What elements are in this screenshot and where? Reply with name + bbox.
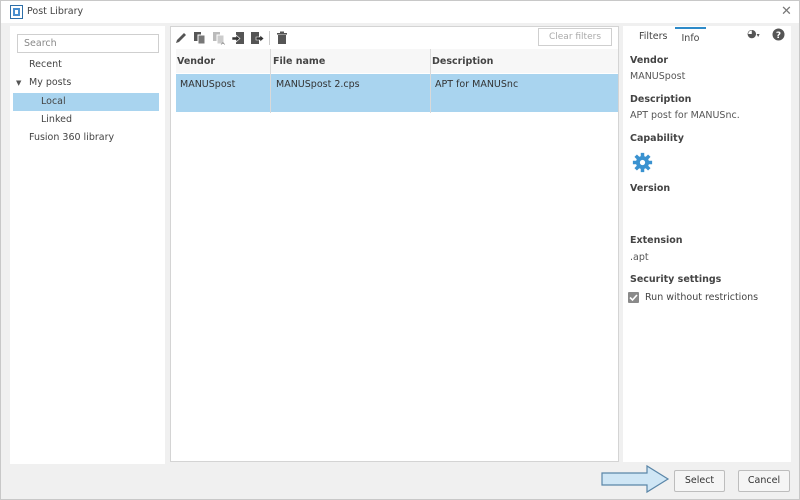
tab-info[interactable]: Info bbox=[675, 27, 706, 47]
table-row[interactable]: MANUSpost MANUSpost 2.cps APT for MANUSn… bbox=[176, 74, 618, 112]
clear-filters-button[interactable]: Clear filters bbox=[538, 28, 612, 46]
import-icon[interactable] bbox=[231, 31, 245, 45]
checkmark-icon bbox=[629, 294, 638, 302]
column-header-file-name[interactable]: File name bbox=[273, 56, 325, 67]
tree-item-label: Recent bbox=[29, 59, 62, 70]
column-divider[interactable] bbox=[270, 49, 271, 113]
tab-filters[interactable]: Filters bbox=[639, 27, 667, 47]
post-list-panel: Clear filters Vendor File name Descripti… bbox=[170, 26, 619, 462]
search-input[interactable] bbox=[17, 34, 159, 53]
table-header: Vendor File name Description bbox=[176, 49, 618, 73]
tree-item-linked[interactable]: Linked bbox=[13, 111, 159, 129]
sort-ascending-icon: ^ bbox=[220, 42, 226, 50]
description-label: Description bbox=[630, 94, 692, 105]
window-title: Post Library bbox=[27, 6, 84, 17]
tree-item-recent[interactable]: Recent bbox=[13, 56, 159, 74]
column-divider[interactable] bbox=[430, 49, 431, 113]
svg-text:?: ? bbox=[776, 31, 781, 41]
tree-item-my-posts[interactable]: ▼ My posts bbox=[13, 74, 159, 92]
security-settings-label: Security settings bbox=[630, 274, 722, 285]
select-button[interactable]: Select bbox=[674, 470, 725, 492]
tree-item-fusion-360-library[interactable]: Fusion 360 library bbox=[13, 129, 159, 147]
export-icon[interactable] bbox=[250, 31, 264, 45]
right-arrow-icon bbox=[601, 464, 670, 494]
list-toolbar bbox=[174, 29, 289, 47]
help-icon[interactable]: ? bbox=[772, 28, 785, 41]
version-label: Version bbox=[630, 183, 671, 194]
cell-description: APT for MANUSnc bbox=[435, 79, 519, 90]
toolbar-separator bbox=[269, 31, 270, 45]
delete-icon[interactable] bbox=[275, 31, 289, 45]
extension-value: .apt bbox=[630, 252, 649, 263]
tree-item-label: Linked bbox=[41, 114, 72, 125]
close-icon[interactable]: ✕ bbox=[781, 4, 792, 19]
capability-label: Capability bbox=[630, 133, 684, 144]
post-library-window: Post Library ✕ Recent ▼ My posts Local L… bbox=[0, 0, 800, 500]
cancel-button[interactable]: Cancel bbox=[738, 470, 790, 492]
cell-file-name: MANUSpost 2.cps bbox=[276, 79, 360, 90]
title-bar: Post Library ✕ bbox=[1, 1, 799, 23]
library-tree-panel: Recent ▼ My posts Local Linked Fusion 36… bbox=[10, 26, 165, 464]
caret-down-icon[interactable]: ▼ bbox=[16, 74, 21, 92]
post-library-app-icon bbox=[10, 5, 23, 19]
info-panel: Filters Info ◕▾ ? Vendor MANUSpost Descr… bbox=[623, 26, 791, 462]
gear-icon bbox=[632, 152, 653, 173]
extension-label: Extension bbox=[630, 235, 683, 246]
tree-item-label: Local bbox=[41, 96, 66, 107]
vendor-value: MANUSpost bbox=[630, 71, 686, 82]
vendor-label: Vendor bbox=[630, 55, 669, 66]
column-header-description[interactable]: Description bbox=[432, 56, 493, 67]
history-icon[interactable]: ◕▾ bbox=[747, 27, 760, 40]
description-value: APT post for MANUSnc. bbox=[630, 110, 740, 121]
tree-item-local[interactable]: Local bbox=[13, 93, 159, 111]
cell-vendor: MANUSpost bbox=[180, 79, 236, 90]
copy-icon[interactable] bbox=[193, 31, 207, 45]
run-without-restrictions-label: Run without restrictions bbox=[645, 292, 759, 303]
column-header-vendor[interactable]: Vendor bbox=[177, 56, 215, 67]
edit-icon[interactable] bbox=[174, 31, 188, 45]
tree-item-label: My posts bbox=[29, 77, 72, 88]
run-without-restrictions-checkbox[interactable] bbox=[628, 292, 639, 303]
tree-item-label: Fusion 360 library bbox=[29, 132, 115, 143]
